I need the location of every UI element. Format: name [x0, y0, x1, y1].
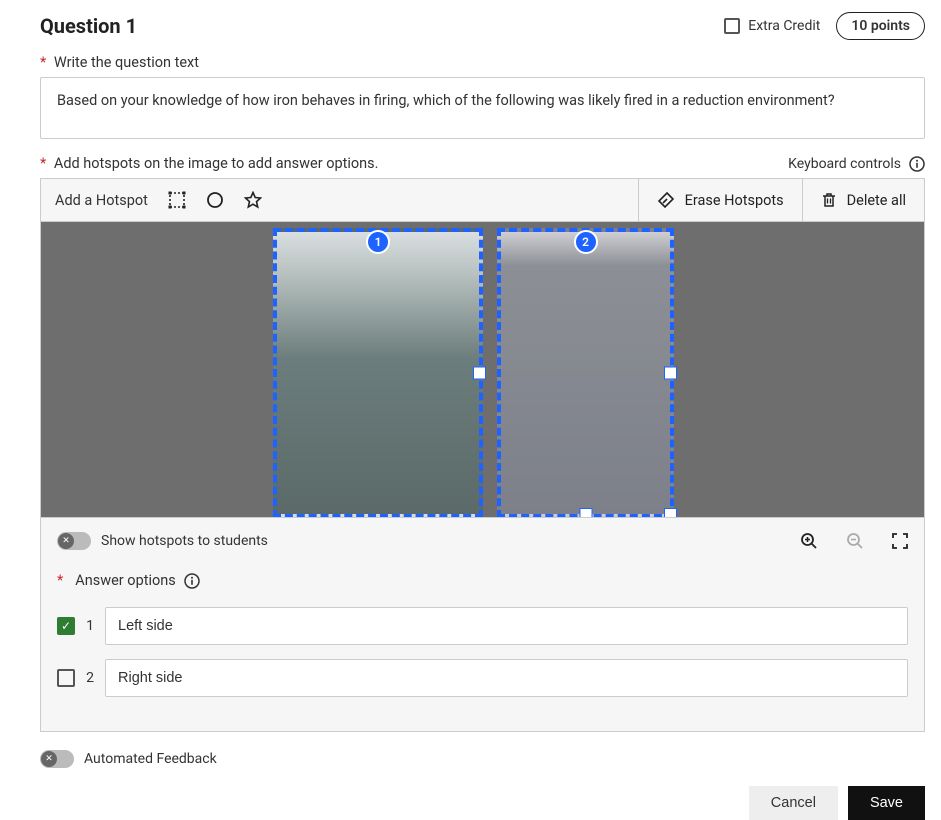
zoom-controls [800, 532, 908, 550]
zoom-in-button[interactable] [800, 532, 818, 550]
toolbar-left: Add a Hotspot [41, 179, 638, 221]
points-button[interactable]: 10 points [836, 12, 925, 40]
hotspot-toolbar: Add a Hotspot Erase Hotspots Delete all [40, 178, 925, 222]
info-icon [909, 156, 925, 172]
circle-shape-button[interactable] [206, 191, 224, 209]
delete-all-button[interactable]: Delete all [802, 179, 924, 221]
polygon-shape-button[interactable] [244, 191, 262, 209]
answer-option-row: 2 [57, 659, 908, 697]
extra-credit-checkbox[interactable]: Extra Credit [724, 18, 820, 34]
required-asterisk: * [57, 572, 63, 589]
show-hotspots-label: Show hotspots to students [101, 533, 268, 549]
trash-icon [821, 192, 837, 208]
automated-feedback-row: ✕ Automated Feedback [40, 750, 925, 768]
automated-feedback-label: Automated Feedback [84, 751, 217, 767]
show-hotspots-toggle[interactable]: ✕ [57, 532, 91, 550]
header-row: Question 1 Extra Credit 10 points [40, 12, 925, 40]
erase-hotspots-button[interactable]: Erase Hotspots [638, 179, 802, 221]
question-text-label: * Write the question text [40, 54, 925, 71]
option-number: 2 [85, 670, 95, 686]
cancel-button[interactable]: Cancel [749, 786, 838, 820]
rectangle-shape-button[interactable] [168, 191, 186, 209]
option-label-input[interactable] [105, 659, 908, 697]
hotspot-selection-1[interactable]: 1 [273, 228, 483, 518]
hotspot-badge: 2 [574, 230, 598, 254]
resize-handle[interactable] [473, 367, 486, 380]
footer-actions: Cancel Save [40, 786, 925, 820]
zoom-out-button[interactable] [846, 532, 864, 550]
option-number: 1 [85, 618, 95, 634]
resize-handle[interactable] [579, 508, 592, 518]
question-editor: Question 1 Extra Credit 10 points * Writ… [0, 0, 941, 820]
hotspot-badge: 1 [366, 230, 390, 254]
extra-credit-label: Extra Credit [748, 18, 820, 34]
eraser-icon [657, 191, 675, 209]
fullscreen-button[interactable] [892, 533, 908, 549]
correct-answer-checkbox[interactable]: ✓ [57, 617, 75, 635]
keyboard-controls-link[interactable]: Keyboard controls [788, 156, 925, 172]
answer-option-row: ✓ 1 [57, 607, 908, 645]
show-hotspots-toggle-wrap: ✕ Show hotspots to students [57, 532, 268, 550]
answer-panel: ✕ Show hotspots to students * Answer opt… [40, 518, 925, 732]
header-actions: Extra Credit 10 points [724, 12, 925, 40]
info-icon [184, 573, 200, 589]
required-asterisk: * [40, 155, 46, 172]
question-text-input[interactable]: Based on your knowledge of how iron beha… [40, 77, 925, 139]
hotspot-instruction: * Add hotspots on the image to add answe… [40, 155, 378, 172]
hotspot-canvas[interactable]: 1 2 [40, 222, 925, 518]
correct-answer-checkbox[interactable] [57, 669, 75, 687]
checkbox-icon [724, 18, 740, 34]
option-label-input[interactable] [105, 607, 908, 645]
resize-handle[interactable] [664, 508, 677, 518]
hotspot-selection-2[interactable]: 2 [497, 228, 674, 518]
add-hotspot-label: Add a Hotspot [55, 192, 148, 209]
resize-handle[interactable] [664, 367, 677, 380]
answer-options-label: * Answer options [57, 572, 908, 589]
toggle-knob-off-icon: ✕ [58, 533, 74, 549]
panel-top-row: ✕ Show hotspots to students [57, 532, 908, 550]
save-button[interactable]: Save [848, 786, 925, 820]
question-title: Question 1 [40, 14, 137, 38]
required-asterisk: * [40, 54, 46, 71]
automated-feedback-toggle[interactable]: ✕ [40, 750, 74, 768]
hotspot-instruction-row: * Add hotspots on the image to add answe… [40, 155, 925, 172]
toggle-knob-off-icon: ✕ [41, 751, 57, 767]
